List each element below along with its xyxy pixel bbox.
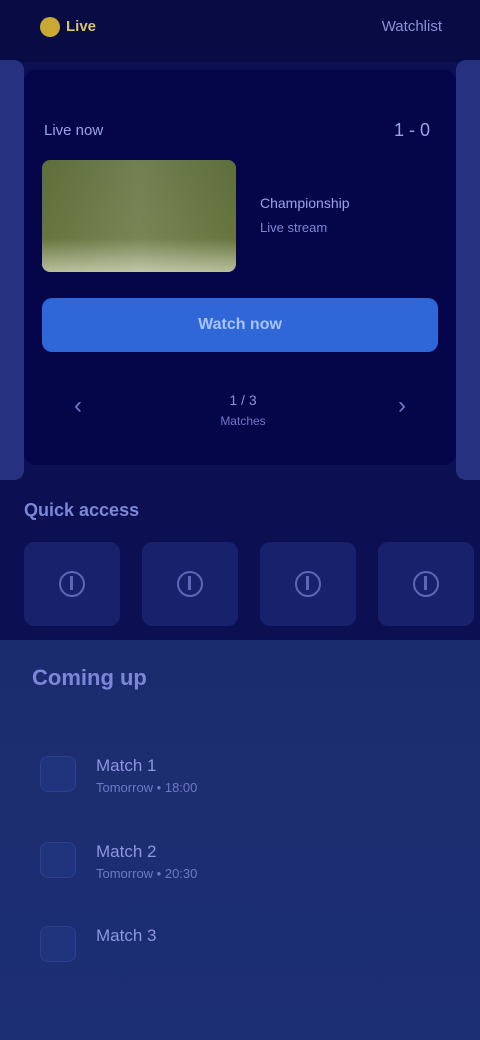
app-title: Live [66, 18, 97, 35]
list-item-title: Match 3 [96, 926, 157, 945]
pager-title: 1 / 3 [229, 392, 257, 408]
list-item[interactable]: Match 1 Tomorrow • 18:00 [40, 752, 440, 806]
list-item-subtitle: Tomorrow • 18:00 [96, 780, 198, 795]
calendar-icon [40, 926, 76, 962]
match-subtitle: Live stream [260, 220, 328, 235]
quick-actions-row [24, 542, 480, 626]
list-item-title: Match 2 [96, 842, 157, 861]
pager-subtitle: Matches [220, 414, 266, 428]
top-bar: Live Watchlist [0, 0, 480, 62]
action-icon [413, 571, 439, 597]
quick-access-title: Quick access [24, 500, 140, 520]
previous-arrow-icon[interactable]: ‹ [64, 392, 92, 420]
calendar-icon [40, 756, 76, 792]
list-item[interactable]: Match 2 Tomorrow • 20:30 [40, 838, 440, 892]
upcoming-title: Coming up [32, 665, 147, 690]
quick-action-3[interactable] [260, 542, 356, 626]
quick-action-2[interactable] [142, 542, 238, 626]
next-arrow-icon[interactable]: › [388, 392, 416, 420]
live-label: Live now [44, 122, 104, 139]
action-icon [59, 571, 85, 597]
list-item-title: Match 1 [96, 756, 157, 775]
left-carousel-peek [0, 60, 24, 480]
match-title: Championship [260, 195, 350, 211]
logo-icon [40, 17, 60, 37]
action-icon [177, 571, 203, 597]
watch-button[interactable]: Watch now [42, 298, 438, 352]
action-icon [295, 571, 321, 597]
quick-action-4[interactable] [378, 542, 474, 626]
score: 1 - 0 [393, 120, 430, 140]
match-thumbnail[interactable] [42, 160, 236, 272]
list-item[interactable]: Match 3 [40, 922, 440, 976]
right-carousel-peek [456, 60, 480, 480]
list-item-subtitle: Tomorrow • 20:30 [96, 866, 198, 881]
quick-action-1[interactable] [24, 542, 120, 626]
watchlist-link[interactable]: Watchlist [382, 18, 442, 35]
calendar-icon [40, 842, 76, 878]
